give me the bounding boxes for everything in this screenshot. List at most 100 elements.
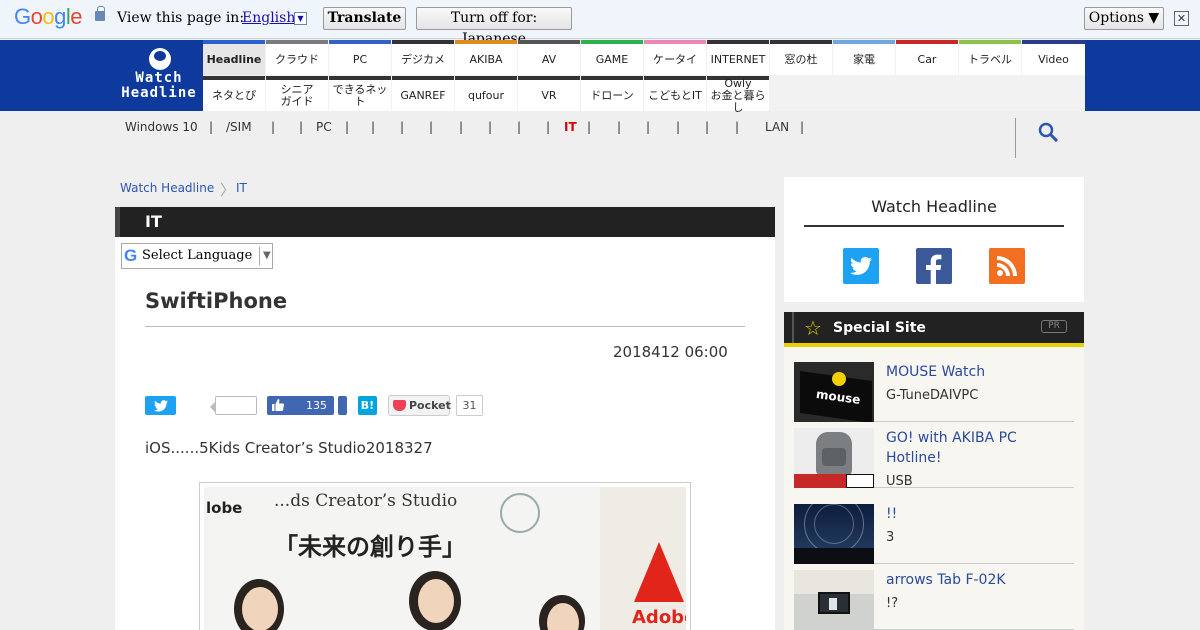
subnav-separator: |: [705, 120, 710, 134]
divider: [259, 247, 260, 265]
special-site-desc: !?: [886, 596, 899, 611]
subnav-link[interactable]: LAN: [765, 120, 789, 134]
article-main: IT G Select Language ▼ SwiftiPhone 20184…: [115, 207, 775, 630]
nav-tab-10[interactable]: 家電: [833, 40, 895, 75]
breadcrumb-separator: 〉: [220, 181, 236, 199]
turn-off-button[interactable]: Turn off for: Japanese: [416, 7, 572, 47]
subnav-separator: |: [371, 120, 376, 134]
pocket-icon: [393, 400, 406, 411]
twitter-share-button[interactable]: [145, 396, 176, 415]
facebook-follow-button[interactable]: [916, 248, 952, 284]
subnav-link[interactable]: PC: [316, 120, 332, 134]
category-nav: Headline クラウド PC デジカメ AKIBA AV GAME ケータイ INTERNE…: [203, 40, 1085, 113]
search-icon[interactable]: [1038, 122, 1058, 142]
nav-tab-9[interactable]: 窓の杜: [770, 40, 832, 75]
language-dropdown-icon[interactable]: ▼: [294, 12, 307, 25]
pocket-button[interactable]: Pocket: [388, 395, 451, 416]
nav-subtab-5[interactable]: VR: [518, 76, 580, 111]
photo-person: [242, 587, 278, 630]
hatena-bookmark-button[interactable]: B!: [358, 396, 377, 415]
photo-content: lobe ...ds Creator’s Studio 「未来の創り手」 Ado…: [204, 487, 686, 630]
breadcrumb-current[interactable]: IT: [236, 181, 247, 195]
nav-tab-12[interactable]: トラベル: [959, 40, 1021, 75]
title-divider: [145, 326, 745, 327]
photo-headline-text: 「未来の創り手」: [274, 532, 466, 561]
photo-sign-text: lobe: [206, 499, 243, 517]
subnav-separator: |: [735, 120, 740, 134]
special-site-name[interactable]: GO! with AKIBA PC Hotline!: [886, 428, 1071, 468]
nav-tab-3[interactable]: デジカメ: [392, 40, 454, 75]
subnav-separator: |: [209, 120, 214, 134]
twitter-icon: [154, 400, 168, 412]
backpack-thumbnail: [794, 428, 874, 488]
special-site-title: Special Site: [833, 320, 926, 336]
special-site-header: ☆ Special Site PR: [784, 312, 1084, 347]
nav-tab-1[interactable]: クラウド: [266, 40, 328, 75]
rss-icon: [997, 256, 1017, 276]
subnav-separator: |: [617, 120, 622, 134]
special-site-item[interactable]: GO! with AKIBA PC Hotline! USB: [794, 428, 1074, 489]
breadcrumb-home[interactable]: Watch Headline: [120, 181, 214, 195]
select-language-widget[interactable]: G Select Language ▼: [121, 243, 273, 269]
photo-person: [418, 579, 454, 623]
nav-tab-8[interactable]: INTERNET: [707, 40, 769, 75]
special-site-item[interactable]: mouse MOUSE Watch G-TuneDAIVPC: [794, 362, 1074, 422]
nav-subtab-0[interactable]: ネタとぴ: [203, 76, 265, 111]
view-page-label: View this page in:: [117, 10, 245, 26]
facebook-like-count: 135: [306, 399, 327, 412]
special-site-desc: USB: [886, 474, 913, 489]
language-select[interactable]: English: [242, 10, 295, 26]
subnav-separator: |: [459, 120, 464, 134]
article-photo[interactable]: lobe ...ds Creator’s Studio 「未来の創り手」 Ado…: [199, 482, 691, 630]
nav-subtab-1[interactable]: シニア ガイド: [266, 76, 328, 111]
follow-title: Watch Headline: [871, 197, 997, 216]
nav-subtab-3[interactable]: GANREF: [392, 76, 454, 111]
subnav-link[interactable]: /SIM: [226, 120, 252, 134]
nav-tab-5[interactable]: AV: [518, 40, 580, 75]
special-site-item[interactable]: !! 3: [794, 504, 1074, 564]
special-site-name[interactable]: MOUSE Watch: [886, 362, 1071, 382]
site-logo[interactable]: Watch Headline: [115, 40, 203, 111]
chevron-down-icon: ▼: [263, 250, 271, 261]
nav-tab-11[interactable]: Car: [896, 40, 958, 75]
subnav-link[interactable]: Windows 10: [125, 120, 198, 134]
nav-tab-0[interactable]: Headline: [203, 40, 265, 75]
logo-text-1: Watch: [135, 70, 183, 86]
select-language-label: Select Language: [142, 248, 253, 263]
rss-button[interactable]: [989, 248, 1025, 284]
close-icon[interactable]: ✕: [1174, 11, 1189, 26]
twitter-follow-button[interactable]: [843, 248, 879, 284]
nav-subtab-4[interactable]: qufour: [455, 76, 517, 111]
tablet-thumbnail: [794, 570, 874, 630]
nav-subtab-2[interactable]: できるネット: [329, 76, 391, 111]
nav-subtab-7[interactable]: こどもとIT: [644, 76, 706, 111]
subnav-separator: |: [400, 120, 405, 134]
article-lead: iOS......5Kids Creator’s Studio2018327: [145, 439, 433, 457]
special-site-name[interactable]: arrows Tab F-02K: [886, 570, 1071, 590]
subnav-separator: |: [271, 120, 276, 134]
subnav-link[interactable]: IT: [564, 120, 577, 134]
mouse-thumbnail: mouse: [794, 362, 874, 422]
nav-subtab-6[interactable]: ドローン: [581, 76, 643, 111]
translate-button[interactable]: Translate: [323, 7, 406, 30]
special-site-desc: G-TuneDAIVPC: [886, 388, 979, 403]
special-site-name[interactable]: !!: [886, 504, 1071, 524]
subnav-separator: |: [587, 120, 592, 134]
special-site-item[interactable]: arrows Tab F-02K !?: [794, 570, 1074, 630]
nav-tab-4[interactable]: AKIBA: [455, 40, 517, 75]
nav-subtab-8[interactable]: Owly お金と暮らし: [707, 76, 769, 113]
nav-tab-2[interactable]: PC: [329, 40, 391, 75]
nav-tab-7[interactable]: ケータイ: [644, 40, 706, 75]
thumbs-up-icon: [272, 399, 284, 411]
facebook-share-button[interactable]: [338, 396, 347, 415]
subnav-separator: |: [299, 120, 304, 134]
google-g-icon: G: [124, 246, 138, 265]
nav-tab-13[interactable]: Video: [1022, 40, 1085, 75]
follow-box: Watch Headline: [784, 177, 1084, 302]
nav-tab-6[interactable]: GAME: [581, 40, 643, 75]
subnav-separator: |: [800, 120, 805, 134]
options-button[interactable]: Options ▼: [1084, 7, 1164, 30]
photo-banner-text: ...ds Creator’s Studio: [274, 491, 458, 511]
pr-badge: PR: [1041, 320, 1067, 333]
facebook-like-button[interactable]: 135: [267, 396, 334, 415]
